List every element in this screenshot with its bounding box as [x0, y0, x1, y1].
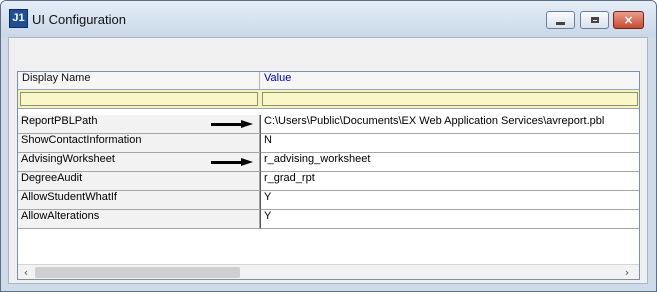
horizontal-scrollbar[interactable]: ‹ ›	[18, 264, 639, 279]
table-row[interactable]: AllowAlterations Y	[18, 210, 639, 229]
filter-row	[18, 90, 639, 109]
value-cell[interactable]: r_grad_rpt	[260, 172, 639, 191]
scroll-right-arrow-icon[interactable]: ›	[621, 267, 633, 279]
filter-display-name-input[interactable]	[20, 92, 258, 106]
table-row[interactable]: AdvisingWorksheet r_advising_worksheet	[18, 153, 639, 172]
config-grid[interactable]: Display Name Value ReportPBLPath C:\User…	[17, 71, 640, 280]
window-client-area: Display Name Value ReportPBLPath C:\User…	[8, 37, 648, 284]
minimize-icon	[556, 21, 565, 25]
column-header-value[interactable]: Value	[260, 72, 639, 89]
value-cell[interactable]: C:\Users\Public\Documents\EX Web Applica…	[260, 115, 639, 134]
minimize-button[interactable]	[546, 11, 575, 29]
window-title: UI Configuration	[32, 12, 126, 27]
display-name-cell[interactable]: AllowStudentWhatIf	[18, 191, 260, 210]
grid-header: Display Name Value	[18, 72, 639, 90]
arrow-icon	[211, 158, 254, 167]
table-row[interactable]: ShowContactInformation N	[18, 134, 639, 153]
table-row[interactable]: AllowStudentWhatIf Y	[18, 191, 639, 210]
display-name-cell[interactable]: DegreeAudit	[18, 172, 260, 191]
display-name-cell[interactable]: AllowAlterations	[18, 210, 260, 229]
value-cell[interactable]: N	[260, 134, 639, 153]
close-icon: ×	[623, 13, 634, 27]
value-cell[interactable]: Y	[260, 191, 639, 210]
title-bar[interactable]: J1 UI Configuration ×	[1, 1, 656, 37]
display-name-cell[interactable]: ShowContactInformation	[18, 134, 260, 153]
maximize-button[interactable]	[580, 11, 609, 29]
value-cell[interactable]: Y	[260, 210, 639, 229]
app-icon: J1	[9, 9, 28, 28]
arrow-icon	[211, 120, 254, 129]
scroll-left-arrow-icon[interactable]: ‹	[20, 267, 32, 279]
ui-configuration-window: J1 UI Configuration × Display Name Value…	[0, 0, 657, 292]
scroll-thumb[interactable]	[35, 267, 240, 278]
value-cell[interactable]: r_advising_worksheet	[260, 153, 639, 172]
maximize-icon	[590, 17, 599, 23]
table-row[interactable]: ReportPBLPath C:\Users\Public\Documents\…	[18, 115, 639, 134]
filter-value-input[interactable]	[262, 92, 638, 106]
table-row[interactable]: DegreeAudit r_grad_rpt	[18, 172, 639, 191]
column-header-display-name[interactable]: Display Name	[18, 72, 260, 89]
close-button[interactable]: ×	[613, 11, 644, 29]
